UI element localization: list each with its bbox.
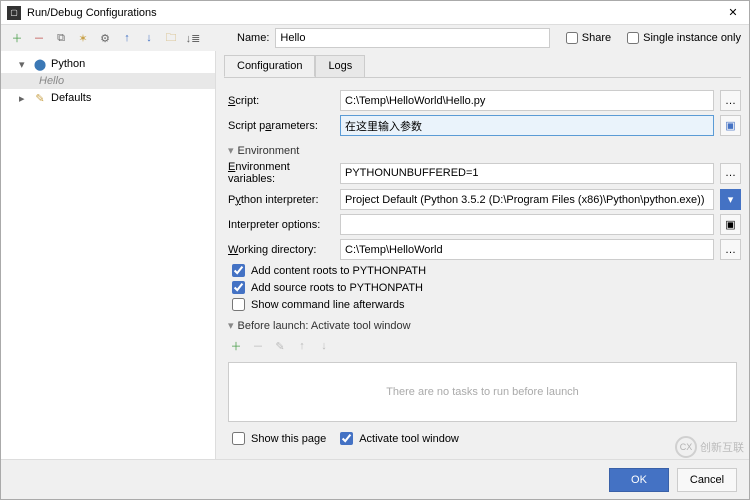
add-source-checkbox[interactable]: Add source roots to PYTHONPATH [232,281,741,294]
folder-icon[interactable]: 🗀 [163,30,179,46]
add-content-checkbox[interactable]: Add content roots to PYTHONPATH [232,264,741,277]
params-input[interactable] [340,115,714,136]
browse-script-button[interactable]: … [720,90,741,111]
window-title: Run/Debug Configurations [27,7,723,19]
up-icon[interactable]: ↑ [119,30,135,46]
envvars-more-button[interactable]: … [720,163,741,184]
interp-opts-input[interactable] [340,214,714,235]
close-icon[interactable]: ✕ [723,6,743,19]
task-edit-icon[interactable]: ✎ [272,338,288,354]
envvars-label: Environment variables: [224,161,334,185]
ok-button[interactable]: OK [609,468,669,492]
tree-item-python[interactable]: ▾ ⬤ Python [1,55,215,73]
envvars-input[interactable] [340,163,714,184]
workdir-browse-button[interactable]: … [720,239,741,260]
share-checkbox[interactable]: Share [566,32,611,44]
task-up-icon[interactable]: ↑ [294,338,310,354]
settings-icon[interactable]: ✶ [75,30,91,46]
remove-icon[interactable]: － [31,30,47,46]
down-icon[interactable]: ↓ [141,30,157,46]
title-bar: ▢ Run/Debug Configurations ✕ [1,1,749,25]
task-down-icon[interactable]: ↓ [316,338,332,354]
python-icon: ⬤ [33,57,47,71]
name-label: Name: [237,32,269,44]
wrench-icon: ✎ [33,91,47,105]
tasks-list: There are no tasks to run before launch [228,362,737,422]
add-icon[interactable]: ＋ [9,30,25,46]
name-input[interactable] [275,28,549,48]
watermark-logo-icon: CX [675,436,697,458]
tab-configuration[interactable]: Configuration [224,55,315,77]
toolbar: ＋ － ⧉ ✶ ⚙ ↑ ↓ 🗀 ↓≣ Name: Share Single in… [1,25,749,51]
tree-item-hello[interactable]: Hello [1,73,215,89]
environment-section[interactable]: ▾Environment [228,144,737,157]
single-instance-checkbox[interactable]: Single instance only [627,32,741,44]
interpreter-dropdown[interactable]: ▾ [720,189,741,210]
workdir-input[interactable] [340,239,714,260]
interp-opts-label: Interpreter options: [224,219,334,231]
activate-tool-checkbox[interactable]: Activate tool window [340,432,459,445]
params-label: Script parameters: [224,120,334,132]
copy-icon[interactable]: ⧉ [53,30,69,46]
task-add-icon[interactable]: ＋ [228,338,244,354]
interpreter-label: Python interpreter: [224,194,334,206]
footer: OK Cancel [1,459,749,499]
tree-item-defaults[interactable]: ▸ ✎ Defaults [1,89,215,107]
before-launch-section[interactable]: ▾Before launch: Activate tool window [228,319,737,332]
cancel-button[interactable]: Cancel [677,468,737,492]
chevron-right-icon: ▸ [19,92,29,105]
tab-logs[interactable]: Logs [315,55,365,77]
show-page-checkbox[interactable]: Show this page [232,432,326,445]
sort-icon[interactable]: ↓≣ [185,30,201,46]
task-remove-icon[interactable]: － [250,338,266,354]
script-input[interactable] [340,90,714,111]
interpreter-input[interactable] [340,189,714,210]
workdir-label: Working directory: [224,244,334,256]
show-cmd-checkbox[interactable]: Show command line afterwards [232,298,741,311]
chevron-down-icon: ▾ [19,58,29,71]
expand-params-button[interactable]: ▣ [720,115,741,136]
watermark: CX 创新互联 [675,436,744,458]
interp-opts-more-button[interactable]: ▣ [720,214,741,235]
config-tree: ▾ ⬤ Python Hello ▸ ✎ Defaults [1,51,216,459]
app-icon: ▢ [7,6,21,20]
script-label: Script: [224,95,334,107]
gear-icon[interactable]: ⚙ [97,30,113,46]
